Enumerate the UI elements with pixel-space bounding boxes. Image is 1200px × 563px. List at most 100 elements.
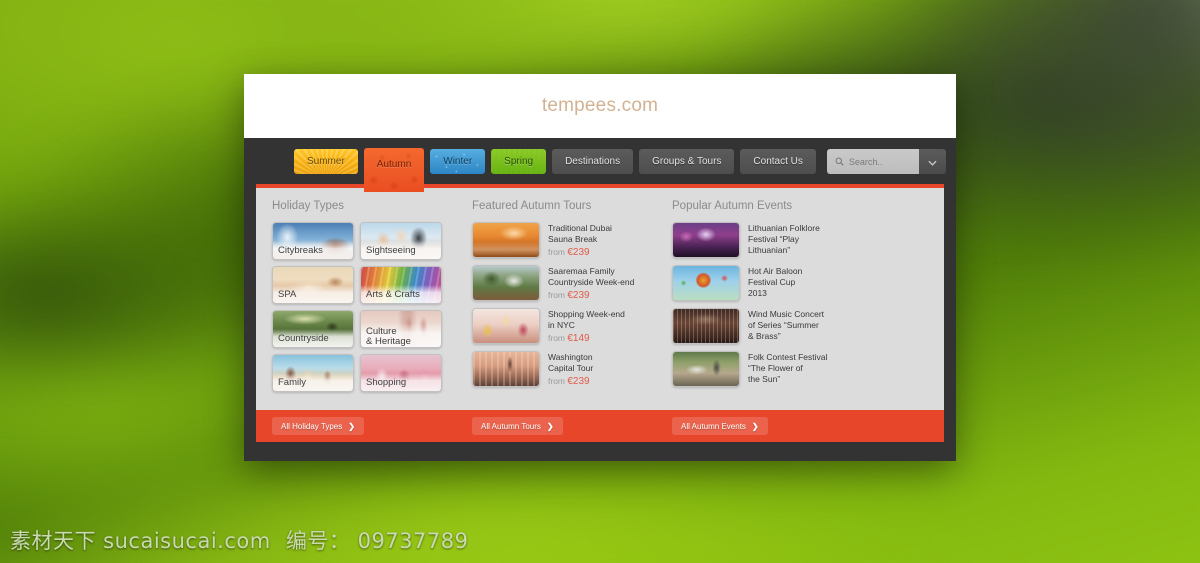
item-text: Saaremaa Family Countryside Week-end from … <box>548 265 634 301</box>
item-price: from €239 <box>548 247 612 258</box>
item-text: Washington Capital Tour from €239 <box>548 351 593 387</box>
search-dropdown-button[interactable] <box>918 149 946 174</box>
featured-tours-list: Traditional Dubai Sauna Break from €239 Saa… <box>472 222 672 387</box>
item-title: Hot Air Baloon Festival Cup 2013 <box>748 266 803 298</box>
event-list-item[interactable]: Lithuanian Folklore Festival “Play Lithuan… <box>672 222 928 258</box>
holiday-type-tile[interactable]: Countryside <box>272 310 354 348</box>
nav-tab-label: Summer <box>307 156 345 167</box>
nav-tab-label: Autumn <box>376 158 412 170</box>
nav-tab-spring[interactable]: Spring <box>491 149 547 174</box>
footer-button-label: All Autumn Events <box>681 421 746 431</box>
item-title: Folk Contest Festival “The Flower of the S… <box>748 352 828 384</box>
item-title: Traditional Dubai Sauna Break <box>548 223 612 244</box>
nav-tab-contact-us[interactable]: Contact Us <box>740 149 816 174</box>
holiday-types-grid: Citybreaks Sightseeing SPA Arts & Crafts Cou… <box>272 222 472 392</box>
holiday-type-tile[interactable]: Culture & Heritage <box>360 310 442 348</box>
tile-label: Sightseeing <box>361 241 441 259</box>
footer-button-all-autumn-events[interactable]: All Autumn Events ❯ <box>672 417 768 435</box>
nav-tab-label: Winter <box>443 156 473 167</box>
item-text: Wind Music Concert of Series “Summer & Bra… <box>748 308 824 344</box>
nav-tab-label: Groups & Tours <box>652 156 722 167</box>
popular-events-heading: Popular Autumn Events <box>672 200 793 212</box>
price-prefix: from <box>548 375 568 386</box>
nav-tab-label: Contact Us <box>753 156 803 167</box>
item-price: from €149 <box>548 333 625 344</box>
nav-tab-autumn[interactable]: Autumn <box>363 148 425 192</box>
event-list-item[interactable]: Wind Music Concert of Series “Summer & Bra… <box>672 308 928 344</box>
watermark-number: 09737789 <box>357 529 469 553</box>
price-prefix: from <box>548 246 568 257</box>
watermark-label: 编号： <box>285 529 351 553</box>
stock-watermark: 素材天下 sucaisucai.com 编号： 09737789 <box>10 525 468 555</box>
item-thumbnail <box>672 265 740 301</box>
nav-tab-winter[interactable]: Winter <box>430 149 486 174</box>
tempees-widget: tempees.com Summer Autumn Winter Spring Dest… <box>244 74 956 461</box>
holiday-type-tile[interactable]: Family <box>272 354 354 392</box>
chevron-down-icon <box>928 153 937 171</box>
item-text: Lithuanian Folklore Festival “Play Lithuan… <box>748 222 820 258</box>
popular-events-list: Lithuanian Folklore Festival “Play Lithuan… <box>672 222 928 387</box>
nav-tab-summer[interactable]: Summer <box>294 149 358 174</box>
item-thumbnail <box>672 222 740 258</box>
item-title: Lithuanian Folklore Festival “Play Lithuan… <box>748 223 820 255</box>
item-text: Traditional Dubai Sauna Break from €239 <box>548 222 612 258</box>
tile-label: Arts & Crafts <box>361 285 441 303</box>
nav-tab-label: Spring <box>504 156 534 167</box>
item-thumbnail <box>472 351 540 387</box>
item-text: Hot Air Baloon Festival Cup 2013 <box>748 265 802 301</box>
price-amount: €239 <box>567 375 590 387</box>
item-thumbnail <box>472 308 540 344</box>
price-amount: €239 <box>567 289 590 301</box>
item-title: Washington Capital Tour <box>548 352 594 373</box>
item-price: from €239 <box>548 376 593 387</box>
price-prefix: from <box>548 332 568 343</box>
item-text: Folk Contest Festival “The Flower of the S… <box>748 351 827 387</box>
tile-label: Family <box>273 373 353 391</box>
nav-tab-label: Destinations <box>565 156 621 167</box>
search-area <box>826 149 946 174</box>
holiday-type-tile[interactable]: Shopping <box>360 354 442 392</box>
item-thumbnail <box>672 308 740 344</box>
watermark-brand: 素材天下 sucaisucai.com <box>10 529 271 553</box>
main-navigation: Summer Autumn Winter Spring Destinations Grou… <box>244 138 956 192</box>
nav-tab-groups-tours[interactable]: Groups & Tours <box>639 149 735 174</box>
holiday-type-tile[interactable]: Citybreaks <box>272 222 354 260</box>
chevron-right-icon: ❯ <box>751 421 759 431</box>
search-input[interactable] <box>848 156 911 167</box>
footer-button-label: All Holiday Types <box>281 421 343 431</box>
search-box[interactable] <box>826 149 919 174</box>
search-icon <box>835 153 844 171</box>
tour-list-item[interactable]: Washington Capital Tour from €239 <box>472 351 672 387</box>
tile-label: Shopping <box>361 373 441 391</box>
tile-label: Culture & Heritage <box>361 323 441 347</box>
price-amount: €239 <box>567 246 590 258</box>
chevron-right-icon: ❯ <box>546 421 554 431</box>
nav-tab-destinations[interactable]: Destinations <box>552 149 634 174</box>
price-amount: €149 <box>567 332 590 344</box>
tour-list-item[interactable]: Shopping Week-end in NYC from €149 <box>472 308 672 344</box>
holiday-type-tile[interactable]: Arts & Crafts <box>360 266 442 304</box>
item-price: from €239 <box>548 290 634 301</box>
column-featured-tours: Featured Autumn Tours Traditional Dubai S… <box>472 200 672 410</box>
holiday-types-heading: Holiday Types <box>272 200 345 212</box>
footer-button-all-holiday-types[interactable]: All Holiday Types ❯ <box>272 417 364 435</box>
footer-button-label: All Autumn Tours <box>481 421 541 431</box>
tour-list-item[interactable]: Saaremaa Family Countryside Week-end from … <box>472 265 672 301</box>
item-title: Wind Music Concert of Series “Summer & Bra… <box>748 309 825 341</box>
item-thumbnail <box>472 222 540 258</box>
column-holiday-types: Holiday Types Citybreaks Sightseeing SPA Ar… <box>272 200 472 410</box>
holiday-type-tile[interactable]: SPA <box>272 266 354 304</box>
item-thumbnail <box>472 265 540 301</box>
chevron-right-icon: ❯ <box>348 421 355 431</box>
item-title: Saaremaa Family Countryside Week-end <box>548 266 635 287</box>
tile-label: Citybreaks <box>273 241 353 259</box>
tour-list-item[interactable]: Traditional Dubai Sauna Break from €239 <box>472 222 672 258</box>
holiday-type-tile[interactable]: Sightseeing <box>360 222 442 260</box>
item-title: Shopping Week-end in NYC <box>548 309 625 330</box>
event-list-item[interactable]: Hot Air Baloon Festival Cup 2013 <box>672 265 928 301</box>
page-title: tempees.com <box>541 95 659 116</box>
event-list-item[interactable]: Folk Contest Festival “The Flower of the S… <box>672 351 928 387</box>
footer-button-all-autumn-tours[interactable]: All Autumn Tours ❯ <box>472 417 563 435</box>
tile-label: SPA <box>273 285 353 303</box>
title-bar: tempees.com <box>244 74 956 138</box>
